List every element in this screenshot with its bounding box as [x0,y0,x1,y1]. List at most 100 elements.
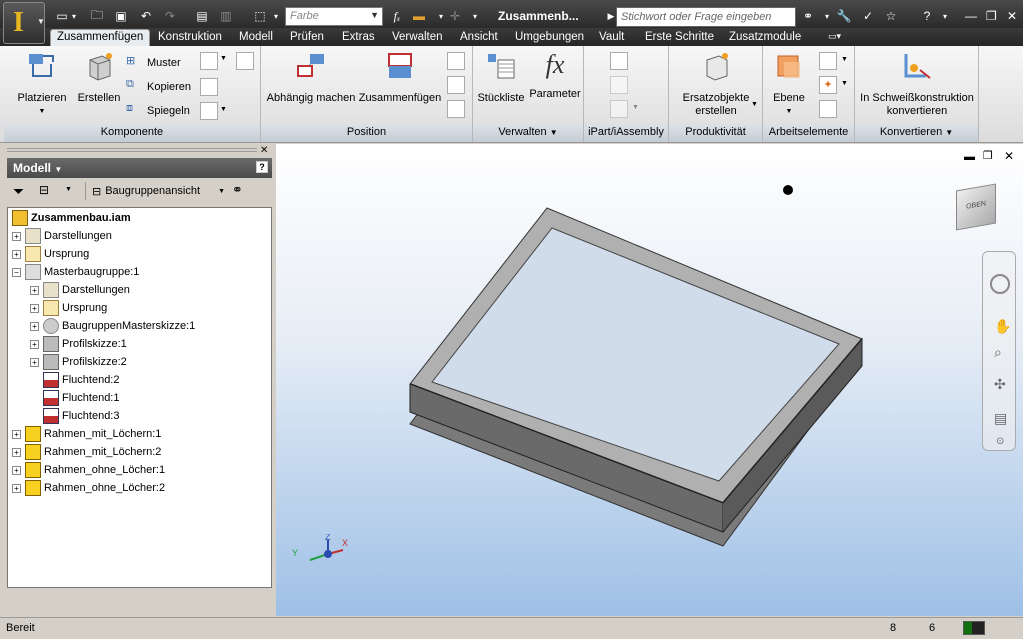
close-window-icon[interactable]: ✕ [1007,9,1017,23]
search-input[interactable]: Stichwort oder Frage eingeben [616,7,796,27]
communication-icon[interactable]: ✓ [860,8,876,24]
tree-node[interactable]: Fluchtend:1 [43,389,119,407]
grid-icon[interactable] [236,52,254,70]
panel-grip[interactable] [7,148,257,152]
steering-wheel-icon[interactable] [990,274,1010,294]
filter-icon[interactable]: ⏷ [13,183,24,200]
replace-icon[interactable] [200,52,218,70]
tree-node[interactable]: + Ursprung [12,245,89,263]
ebene-button[interactable]: Ebene ▼ [765,50,813,118]
parameter-button[interactable]: fx Parameter [527,50,583,101]
look-at-icon[interactable]: ▤ [994,410,1007,427]
tab-zusammenfuegen[interactable]: Zusammenfügen [50,29,151,46]
select-dropdown-icon[interactable]: ▾ [268,8,284,24]
point-dropdown-icon[interactable]: ▼ [841,80,848,87]
graphics-viewport[interactable]: ▬ ❐ ✕ OBEN ✋ ⌕ ✣ ▤ ⊙ Z X Y [276,144,1023,616]
save-icon[interactable]: ▣ [113,8,129,24]
chevron-down-icon[interactable]: ▼ [751,101,758,108]
help-dropdown-icon[interactable]: ▾ [937,8,953,24]
abhaengig-machen-button[interactable]: Abhängig machen [265,50,357,105]
expand-icon[interactable]: + [12,483,21,493]
minimize-window-icon[interactable]: — [965,9,977,23]
work-point-icon[interactable]: ✦ [819,76,837,94]
tab-erste-schritte[interactable]: Erste Schritte [639,30,720,44]
expand-icon[interactable]: + [30,339,39,349]
tab-extras[interactable]: Extras [336,30,381,44]
local-update-icon[interactable]: ▤ [194,8,210,24]
tree-node[interactable]: + BaugruppenMasterskizze:1 [30,317,195,335]
restore-window-icon[interactable]: ❐ [986,9,997,23]
tree-node[interactable]: + Darstellungen [12,227,112,245]
binoculars-icon[interactable]: ⚭ [232,182,243,198]
expand-icon[interactable]: + [30,285,39,295]
customize-dropdown-icon[interactable]: ▾ [467,8,483,24]
zoom-icon[interactable]: ⌕ [994,344,1002,361]
measure-icon[interactable]: ▬ [411,8,427,24]
platzieren-button[interactable]: Platzieren ▼ [12,50,72,118]
expand-icon[interactable]: + [30,303,39,313]
kopieren-button[interactable]: ⧉ Kopieren [126,78,191,96]
tree-node[interactable]: + Ursprung [30,299,107,317]
tab-ansicht[interactable]: Ansicht [454,30,504,44]
tree-node[interactable]: + Profilskizze:2 [30,353,127,371]
axis-dropdown-icon[interactable]: ▼ [841,56,848,63]
orbit-icon[interactable]: ✣ [994,376,1006,393]
tab-vault[interactable]: Vault [593,30,630,44]
schweisskonstruktion-button[interactable]: In Schweißkonstruktion konvertieren [857,50,977,118]
expand-icon[interactable]: + [12,231,21,241]
redo-icon[interactable]: ↷ [162,8,178,24]
expand-icon[interactable]: + [30,357,39,367]
spiegeln-button[interactable]: ⧈ Spiegeln [126,102,190,120]
tab-zusatzmodule[interactable]: Zusatzmodule [723,30,807,44]
tree-node[interactable]: + Rahmen_ohne_Löcher:1 [12,461,165,479]
tree-node[interactable]: + Rahmen_ohne_Löcher:2 [12,479,165,497]
favorites-star-icon[interactable]: ☆ [883,8,899,24]
new-dropdown-icon[interactable]: ▾ [66,8,82,24]
move-component-icon[interactable] [447,76,465,94]
tab-pruefen[interactable]: Prüfen [284,30,330,44]
color-select[interactable]: Farbe ▼ [285,7,383,26]
help-icon[interactable]: ? [256,161,268,173]
tree-node[interactable]: + Profilskizze:1 [30,335,127,353]
move-icon[interactable]: ✛ [447,8,463,24]
view-select[interactable]: ⊟ Baugruppenansicht ▼ [85,182,225,200]
tree-root[interactable]: Zusammenbau.iam [12,209,131,227]
tree-node[interactable]: + Rahmen_mit_Löchern:2 [12,443,161,461]
tab-konstruktion[interactable]: Konstruktion [152,30,228,44]
ucs-icon[interactable] [819,100,837,118]
tree-node[interactable]: + Rahmen_mit_Löchern:1 [12,425,161,443]
tab-modell[interactable]: Modell [233,30,279,44]
tab-verwalten[interactable]: Verwalten [386,30,449,44]
open-folder-icon[interactable]: 🗀 [89,8,105,24]
tab-umgebungen[interactable]: Umgebungen [509,30,590,44]
pan-hand-icon[interactable]: ✋ [994,318,1011,335]
derive-icon[interactable] [200,102,218,120]
muster-button[interactable]: ⊞ Muster [126,54,181,72]
create-ipart-icon[interactable] [610,52,628,70]
expand-icon[interactable]: + [30,321,39,331]
ribbon-minimize-icon[interactable]: ▭▾ [822,30,847,43]
global-update-icon[interactable]: ▥ [218,8,234,24]
tree-node[interactable]: − Masterbaugruppe:1 [12,263,139,281]
edit-factory-icon[interactable] [610,76,628,94]
table-dropdown-icon[interactable]: ▼ [632,104,639,111]
tree-node[interactable]: Fluchtend:3 [43,407,119,425]
panel-label-konvertieren[interactable]: Konvertieren ▼ [855,124,978,142]
rotate-component-icon[interactable] [447,100,465,118]
derive-dropdown-icon[interactable]: ▼ [220,106,227,113]
expand-icon[interactable]: + [12,465,21,475]
magnet-icon[interactable] [447,52,465,70]
expand-icon[interactable]: + [12,447,21,457]
zusammenfuegen-button[interactable]: Zusammenfügen [357,50,443,105]
viewcube[interactable]: OBEN [956,183,996,231]
browser-header[interactable]: Modell ▼ ? [7,158,272,178]
tree-node[interactable]: + Darstellungen [30,281,130,299]
application-menu-button[interactable]: I ▼ [3,2,45,44]
undo-icon[interactable]: ↶ [138,8,154,24]
work-axis-icon[interactable] [819,52,837,70]
panel-label-verwalten[interactable]: Verwalten ▼ [473,124,583,142]
collapse-icon[interactable]: − [12,267,21,277]
hierarchy-icon[interactable]: ⊟ [39,183,49,197]
close-panel-icon[interactable]: ✕ [260,145,268,156]
expand-icon[interactable]: + [12,249,21,259]
